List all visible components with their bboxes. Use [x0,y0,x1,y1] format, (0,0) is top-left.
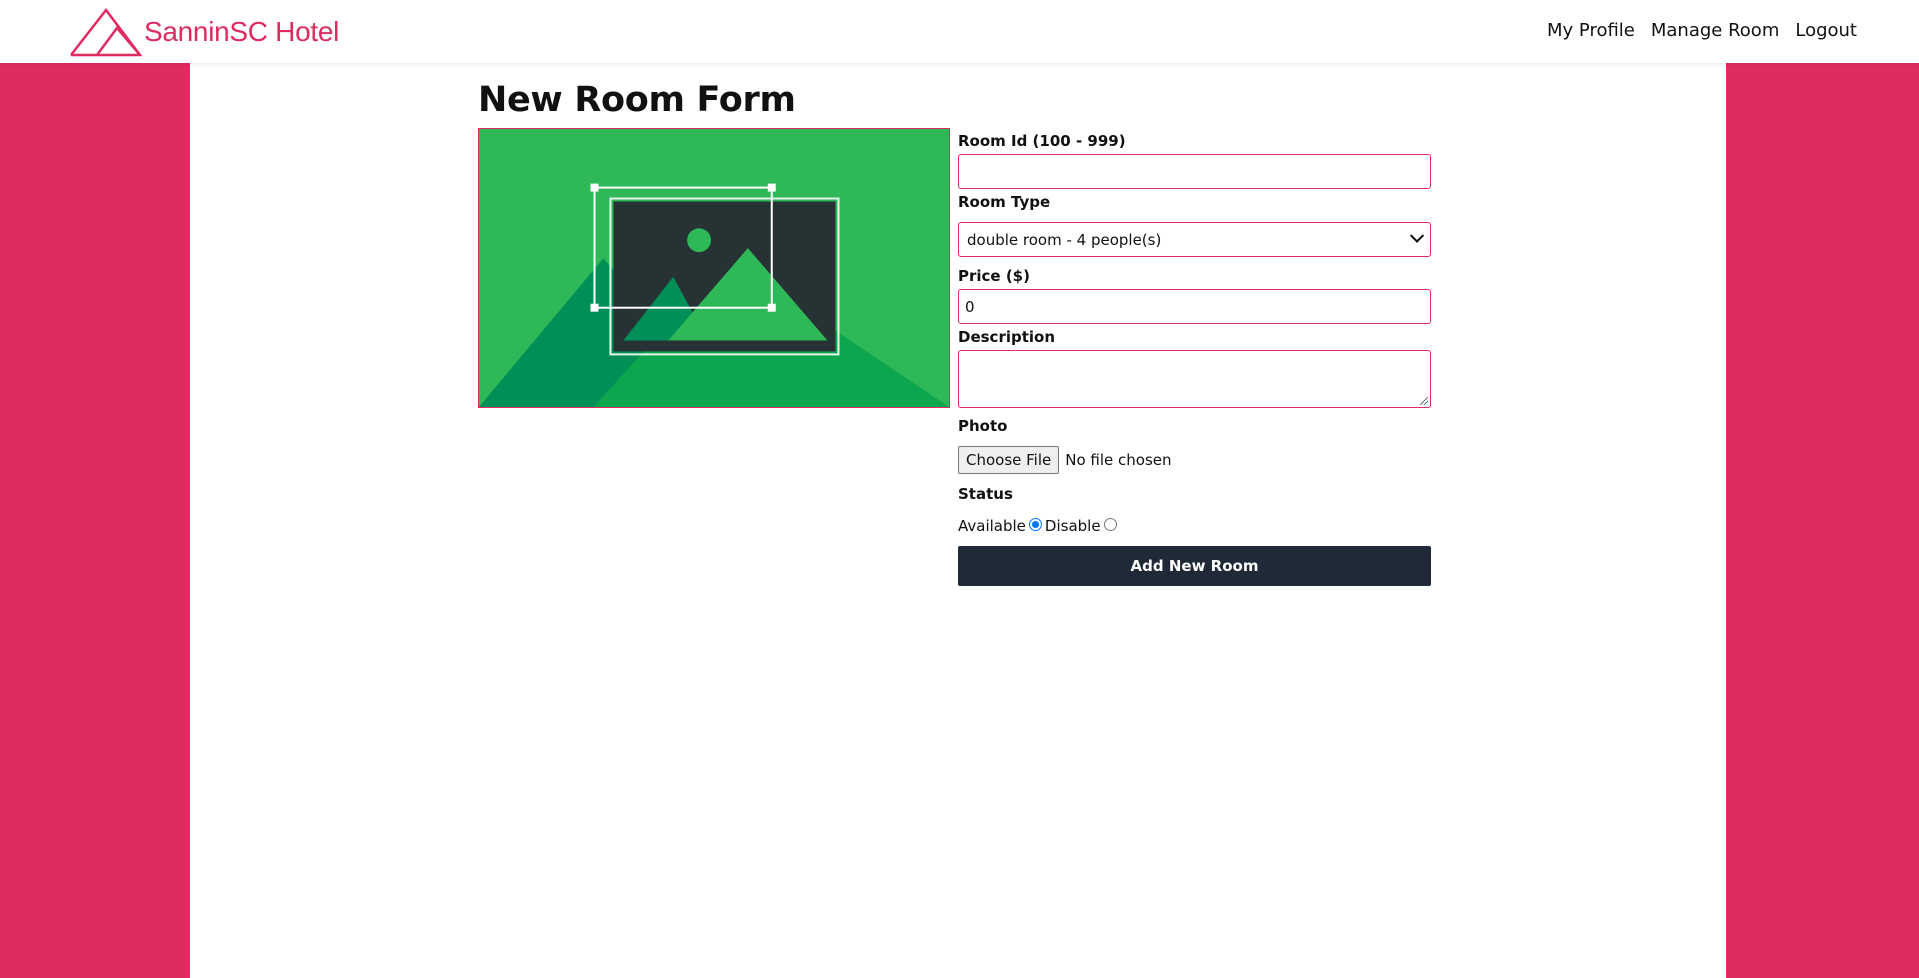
status-available-radio[interactable] [1028,518,1042,531]
room-id-label: Room Id (100 - 999) [958,132,1126,150]
room-type-selected: double room - 4 people(s) [967,230,1162,249]
image-placeholder-icon [479,129,949,407]
navbar: SanninSC Hotel My Profile Manage Room Lo… [0,0,1919,63]
choose-file-button[interactable]: Choose File [958,446,1060,474]
main-content: New Room Form Room Id (100 - 999) Room T… [190,63,1726,978]
room-photo-preview [478,128,950,408]
room-type-label: Room Type [958,193,1051,211]
page-title: New Room Form [478,80,796,120]
file-status-text: No file chosen [1065,451,1172,469]
status-option-disable-label: Disable [1044,516,1101,535]
status-disable-radio[interactable] [1103,518,1117,531]
photo-file-input[interactable]: Choose File No file chosen [958,446,1431,474]
nav-links: My Profile Manage Room Logout [1531,20,1857,41]
brand-name: SanninSC Hotel [144,16,340,47]
description-textarea[interactable] [958,350,1431,408]
nav-logout[interactable]: Logout [1795,20,1857,41]
price-label: Price ($) [958,267,1030,285]
nav-manage-room[interactable]: Manage Room [1651,20,1779,41]
add-new-room-button[interactable]: Add New Room [958,546,1431,586]
resize-grip-icon[interactable] [1420,397,1428,405]
room-id-input[interactable] [958,154,1431,189]
status-radio-group: Available Disable [958,516,1431,535]
photo-label: Photo [958,417,1008,435]
status-option-available-label: Available [958,516,1026,535]
chevron-down-icon [1409,228,1425,243]
nav-my-profile[interactable]: My Profile [1547,20,1635,41]
new-room-form: Room Id (100 - 999) Room Type double roo… [958,128,1431,586]
price-input[interactable] [958,289,1431,324]
status-label: Status [958,485,1013,503]
brand-link[interactable]: SanninSC Hotel [69,7,339,57]
mountain-logo-icon [70,7,142,57]
room-type-select[interactable]: double room - 4 people(s) [958,222,1431,257]
description-label: Description [958,328,1056,346]
